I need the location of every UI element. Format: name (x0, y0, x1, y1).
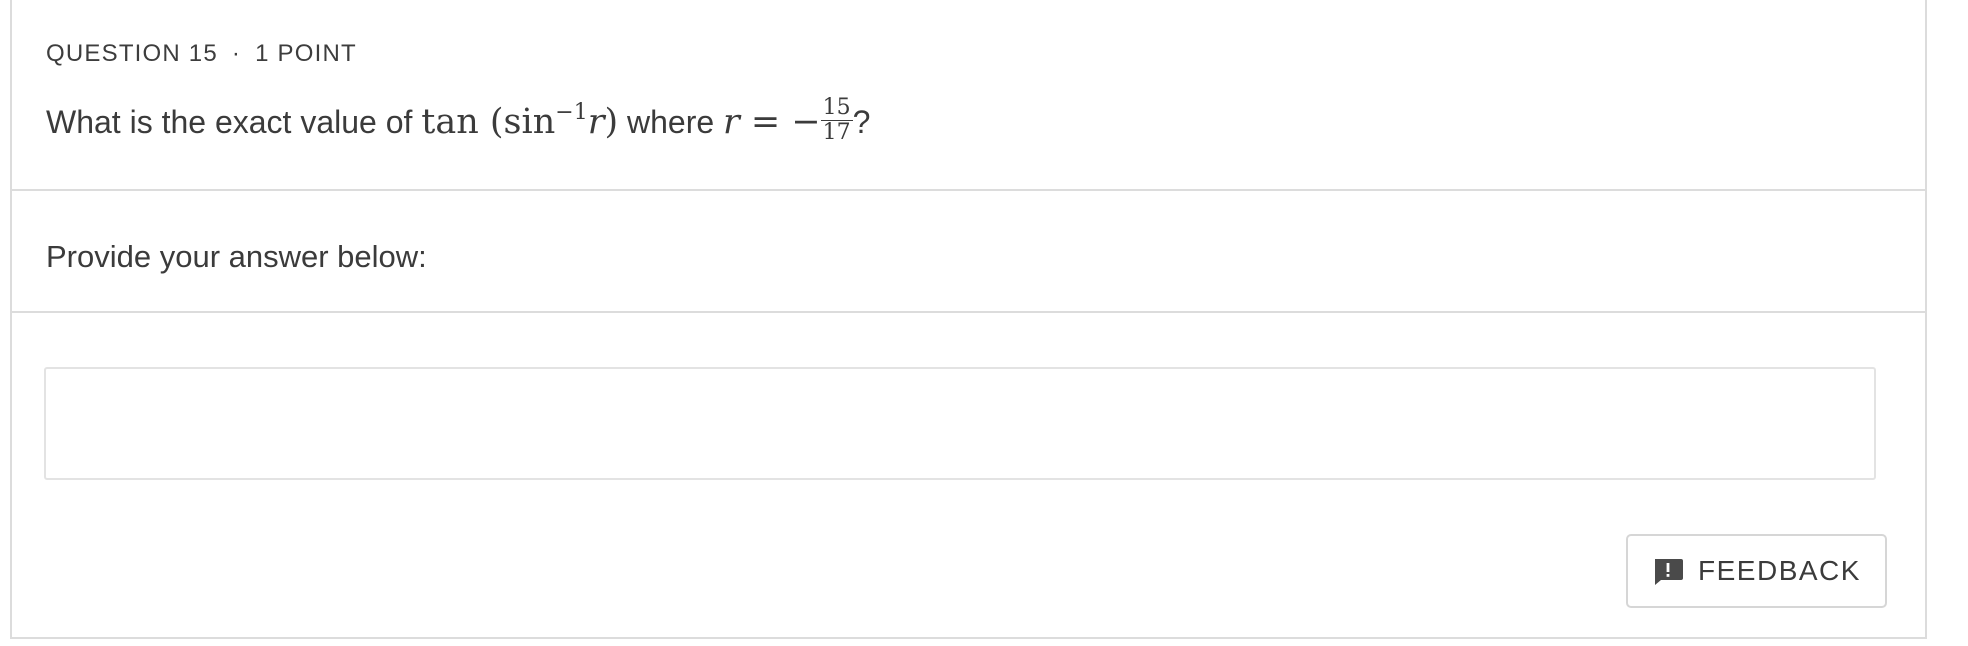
answer-input[interactable] (44, 367, 1876, 480)
math-close: ) (604, 102, 619, 142)
question-meta: QUESTION 15 · 1 POINT (46, 40, 357, 68)
question-text-after: ? (852, 104, 871, 140)
fraction-denominator: 17 (822, 120, 851, 145)
eq-equals: = − (739, 102, 821, 142)
math-expression: tan (sin−1r) (421, 100, 619, 143)
fraction-numerator: 15 (820, 95, 853, 121)
fraction: 15 17 (820, 95, 853, 145)
answer-prompt-row: Provide your answer below: (12, 191, 1925, 313)
math-open: (sin (478, 102, 556, 142)
answer-prompt: Provide your answer below: (46, 239, 427, 274)
question-text-middle: where (618, 104, 724, 140)
meta-separator: · (231, 40, 242, 67)
question-header: QUESTION 15 · 1 POINT What is the exact va… (12, 0, 1925, 191)
question-text-before: What is the exact value of (46, 104, 422, 140)
question-text: What is the exact value of tan (sin−1r) … (46, 96, 871, 145)
eq-var: r (723, 102, 740, 142)
question-number: QUESTION 15 (46, 40, 218, 67)
math-equation: r = −15 17 (723, 96, 853, 145)
question-points: 1 POINT (255, 40, 357, 67)
math-var: r (587, 102, 605, 142)
feedback-label: FEEDBACK (1698, 555, 1861, 586)
math-exponent: −1 (555, 100, 588, 125)
feedback-icon (1652, 555, 1684, 587)
feedback-button[interactable]: FEEDBACK (1626, 534, 1887, 608)
math-func: tan (421, 102, 479, 142)
